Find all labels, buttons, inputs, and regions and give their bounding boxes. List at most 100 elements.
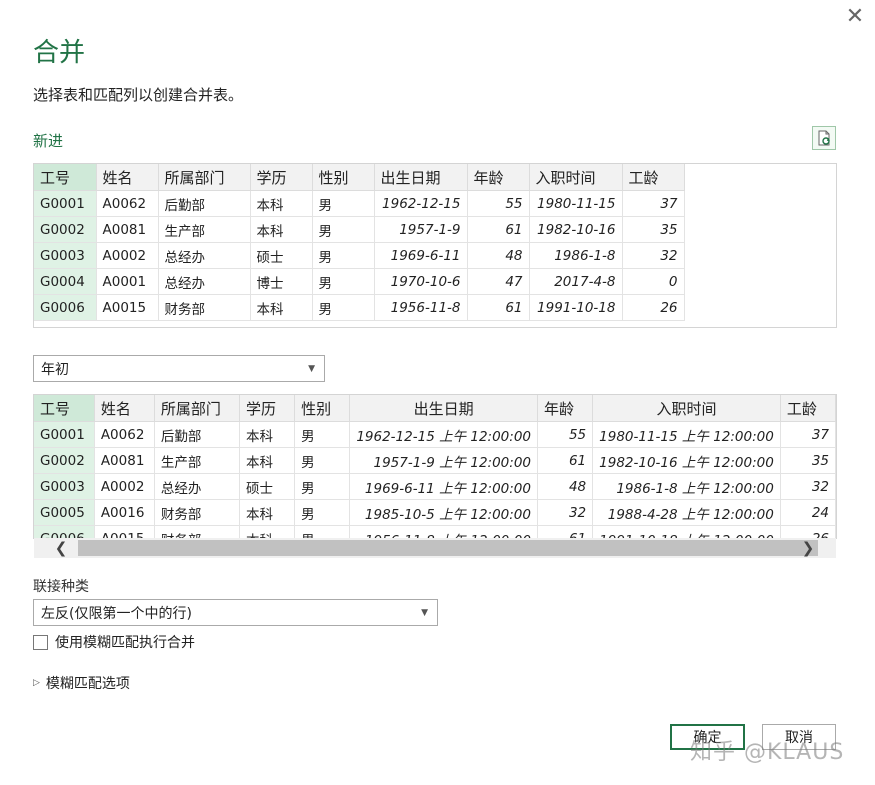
dropdown-arrow-icon: ▼ (308, 363, 315, 374)
table-cell: A0015 (94, 525, 155, 539)
table-cell: 男 (294, 421, 351, 448)
table-cell: 61 (467, 216, 530, 243)
table-cell: G0006 (34, 525, 95, 539)
table-row: G0003 A0002 总经办 硕士男 1969-6-11 上午 12:00:00 48 1… (34, 473, 836, 500)
table-cell: 37 (622, 190, 685, 217)
table-cell: 财务部 (158, 294, 251, 321)
table-cell: 男 (294, 525, 351, 539)
table-cell: 24 (780, 499, 836, 526)
table-cell: 1962-12-15 上午 12:00:00 (349, 421, 538, 448)
table-cell: A0016 (94, 499, 155, 526)
column-header[interactable]: 性别 (312, 164, 375, 191)
fuzzy-match-checkbox[interactable] (33, 634, 48, 650)
table-cell: 1985-10-5 上午 12:00:00 (349, 499, 538, 526)
table-cell: 26 (780, 525, 836, 539)
table-cell: 男 (294, 447, 351, 474)
table-cell: G0002 (34, 447, 95, 474)
table-cell: 本科 (250, 190, 313, 217)
table-cell: 26 (622, 294, 685, 321)
fuzzy-options-expander[interactable]: ▷ 模糊匹配选项 (33, 673, 130, 693)
table-cell: 1957-1-9 (374, 216, 468, 243)
column-header[interactable]: 学历 (239, 395, 296, 422)
column-header[interactable]: 姓名 (96, 164, 159, 191)
table-row: G0005 A0016 财务部 本科男 1985-10-5 上午 12:00:00 32 1… (34, 499, 836, 526)
table-cell: G0002 (34, 216, 97, 243)
table-cell: A0062 (94, 421, 155, 448)
column-header[interactable]: 工号 (34, 164, 97, 191)
table-cell: 本科 (239, 421, 296, 448)
table-cell: 55 (467, 190, 530, 217)
table-cell: G0003 (34, 242, 97, 269)
table-row: G0003 A0002 总经办 硕士男 1969-6-11 48 1986-1-8 32 (34, 242, 685, 269)
table-cell: 0 (622, 268, 685, 295)
column-header[interactable]: 所属部门 (158, 164, 251, 191)
join-kind-select[interactable]: 左反(仅限第一个中的行) ▼ (33, 599, 438, 626)
table-cell: 男 (294, 473, 351, 500)
table-cell: 1969-6-11 (374, 242, 468, 269)
table-cell: 48 (537, 473, 594, 500)
table-cell: A0015 (96, 294, 159, 321)
bottom-table-scrollbar[interactable]: ❮ ❯ (34, 538, 836, 558)
close-icon[interactable]: ✕ (842, 4, 868, 30)
scroll-right-icon[interactable]: ❯ (797, 538, 819, 558)
table-cell: G0006 (34, 294, 97, 321)
refresh-preview-button[interactable] (812, 126, 836, 150)
expand-triangle-icon: ▷ (33, 678, 40, 688)
table-cell: 本科 (250, 294, 313, 321)
table-cell: 1986-1-8 (529, 242, 623, 269)
column-header[interactable]: 工号 (34, 395, 95, 422)
table-cell: 总经办 (158, 268, 251, 295)
column-header[interactable]: 年龄 (537, 395, 594, 422)
column-header[interactable]: 工龄 (622, 164, 685, 191)
column-header[interactable]: 入职时间 (592, 395, 781, 422)
table-cell: 总经办 (154, 473, 241, 500)
column-header[interactable]: 出生日期 (374, 164, 468, 191)
column-header[interactable]: 工龄 (780, 395, 836, 422)
table-cell: 男 (312, 242, 375, 269)
table-cell: 本科 (250, 216, 313, 243)
fuzzy-match-row[interactable]: 使用模糊匹配执行合并 (33, 632, 195, 652)
join-kind-label: 联接种类 (33, 579, 89, 595)
table-cell: 1962-12-15 (374, 190, 468, 217)
join-kind-value: 左反(仅限第一个中的行) (41, 605, 192, 622)
table-cell: 1956-11-8 (374, 294, 468, 321)
table-cell: G0001 (34, 190, 97, 217)
table-cell: G0001 (34, 421, 95, 448)
table-cell: G0005 (34, 499, 95, 526)
watermark: 知乎 @KLAUS (690, 740, 845, 765)
table-cell: 1969-6-11 上午 12:00:00 (349, 473, 538, 500)
table-cell: 1991-10-18 上午 12:00:00 (592, 525, 781, 539)
table-cell: 财务部 (154, 525, 241, 539)
top-table-name: 新进 (33, 132, 64, 150)
column-header[interactable]: 出生日期 (349, 395, 538, 422)
table-cell: A0001 (96, 268, 159, 295)
table-cell: 2017-4-8 (529, 268, 623, 295)
table-cell: A0002 (96, 242, 159, 269)
table-cell: G0004 (34, 268, 97, 295)
scrollbar-thumb[interactable] (78, 540, 818, 556)
table-cell: 1980-11-15 上午 12:00:00 (592, 421, 781, 448)
table-row: G0002 A0081 生产部 本科男 1957-1-9 上午 12:00:00 61 19… (34, 447, 836, 474)
table-cell: A0081 (94, 447, 155, 474)
fuzzy-options-label: 模糊匹配选项 (45, 676, 130, 692)
column-header[interactable]: 所属部门 (154, 395, 241, 422)
table-cell: 32 (622, 242, 685, 269)
second-table-select[interactable]: 年初 ▼ (33, 355, 325, 382)
table-cell: 35 (622, 216, 685, 243)
table-cell: 本科 (239, 447, 296, 474)
table-row: G0001 A0062 后勤部 本科男 1962-12-15 上午 12:00:00 55… (34, 421, 836, 448)
dialog-subtitle: 选择表和匹配列以创建合并表。 (33, 86, 244, 104)
column-header[interactable]: 年龄 (467, 164, 530, 191)
column-header[interactable]: 姓名 (94, 395, 155, 422)
scroll-left-icon[interactable]: ❮ (50, 538, 72, 558)
table-cell: 47 (467, 268, 530, 295)
table-cell: 1982-10-16 上午 12:00:00 (592, 447, 781, 474)
table-cell: G0003 (34, 473, 95, 500)
table-cell: 男 (312, 190, 375, 217)
table-cell: 硕士 (250, 242, 313, 269)
column-header[interactable]: 学历 (250, 164, 313, 191)
column-header[interactable]: 性别 (294, 395, 351, 422)
top-table: 工号 姓名 所属部门 学历 性别 出生日期 年龄 入职时间 工龄 G0001 A0062 后勤部 本科… (34, 164, 685, 321)
table-cell: 1991-10-18 (529, 294, 623, 321)
column-header[interactable]: 入职时间 (529, 164, 623, 191)
